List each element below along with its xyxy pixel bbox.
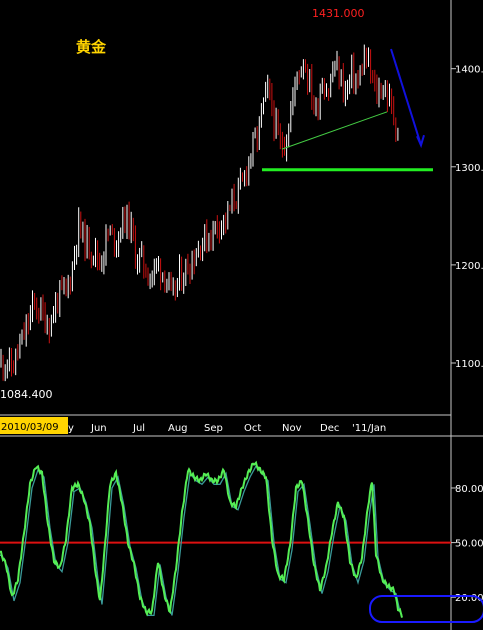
month-label: Jun xyxy=(90,423,107,434)
chart-background xyxy=(0,0,483,630)
osc-tick-label: 80.00 xyxy=(455,484,483,495)
date-label: 2010/03/09 xyxy=(1,422,59,433)
price-tick-label: 1200. xyxy=(455,261,483,272)
price-tick-label: 1100. xyxy=(455,359,483,370)
month-label: Jul xyxy=(132,423,145,434)
high-label: 1431.000 xyxy=(312,7,365,20)
price-tick-label: 1400. xyxy=(455,65,483,76)
chart-title: 黄金 xyxy=(76,38,107,56)
month-label: Dec xyxy=(320,423,339,434)
low-label: 1084.400 xyxy=(0,388,53,401)
chart-canvas: 1100. 1200. 1300. 1400. 黄金 1431.000 1084.40… xyxy=(0,0,483,630)
month-label: Sep xyxy=(204,423,223,434)
osc-tick-label: 50.00 xyxy=(455,539,483,550)
price-tick-label: 1300. xyxy=(455,163,483,174)
month-label: Oct xyxy=(244,423,261,434)
month-label: Aug xyxy=(168,423,188,434)
month-label: '11/Jan xyxy=(352,423,386,434)
month-label: y xyxy=(68,423,74,434)
month-label: Nov xyxy=(282,423,302,434)
